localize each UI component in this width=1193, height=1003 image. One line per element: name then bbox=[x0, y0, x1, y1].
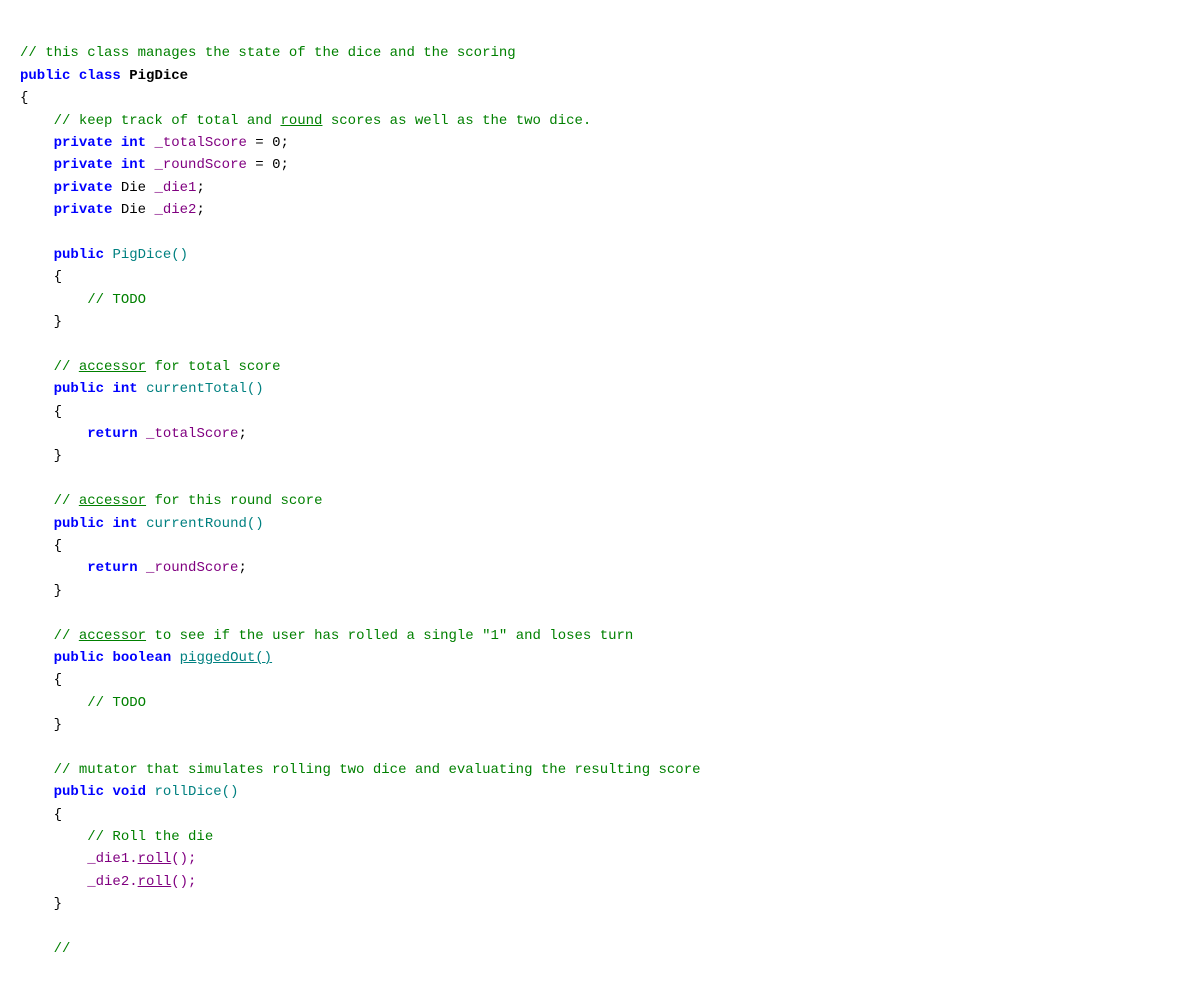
line-25: } bbox=[20, 580, 1173, 602]
line-22: public int currentRound() bbox=[20, 513, 1173, 535]
line-20 bbox=[20, 468, 1173, 490]
keyword-private-1: private bbox=[54, 135, 113, 151]
keyword-return-2: return bbox=[87, 560, 137, 576]
var-totalScore: _totalScore bbox=[154, 135, 246, 151]
brace-open-1: { bbox=[54, 269, 62, 285]
line-16: public int currentTotal() bbox=[20, 378, 1173, 400]
line-35: { bbox=[20, 804, 1173, 826]
comment-continues: // bbox=[54, 941, 71, 957]
comment-todo-2: // TODO bbox=[87, 695, 146, 711]
keyword-public-ctor: public bbox=[54, 247, 104, 263]
line-29: { bbox=[20, 669, 1173, 691]
comment-mutator: // mutator that simulates rolling two di… bbox=[54, 762, 701, 778]
brace-close-3: } bbox=[54, 583, 62, 599]
line-32 bbox=[20, 737, 1173, 759]
var-roundScore-ref: _roundScore bbox=[146, 560, 238, 576]
line-11: { bbox=[20, 266, 1173, 288]
keyword-class: class bbox=[79, 68, 121, 84]
keyword-private-3: private bbox=[54, 180, 113, 196]
brace-close-4: } bbox=[54, 717, 62, 733]
line-27: // accessor to see if the user has rolle… bbox=[20, 625, 1173, 647]
brace-close-1: } bbox=[54, 314, 62, 330]
comment-roll: // Roll the die bbox=[87, 829, 213, 845]
brace-open-4: { bbox=[54, 672, 62, 688]
keyword-int-cr: int bbox=[112, 516, 137, 532]
line-13: } bbox=[20, 311, 1173, 333]
comment-accessor-total: // accessor for total score bbox=[54, 359, 281, 375]
keyword-private-4: private bbox=[54, 202, 113, 218]
brace-close-5: } bbox=[54, 896, 62, 912]
line-12: // TODO bbox=[20, 289, 1173, 311]
line-6: private int _roundScore = 0; bbox=[20, 154, 1173, 176]
line-31: } bbox=[20, 714, 1173, 736]
comment-todo-1: // TODO bbox=[87, 292, 146, 308]
line-41: // bbox=[20, 938, 1173, 960]
line-7: private Die _die1; bbox=[20, 177, 1173, 199]
brace-close-2: } bbox=[54, 448, 62, 464]
line-34: public void rollDice() bbox=[20, 781, 1173, 803]
line-19: } bbox=[20, 445, 1173, 467]
classname-pigdice: PigDice bbox=[129, 68, 188, 84]
var-totalScore-ref: _totalScore bbox=[146, 426, 238, 442]
line-30: // TODO bbox=[20, 692, 1173, 714]
line-23: { bbox=[20, 535, 1173, 557]
keyword-public: public bbox=[20, 68, 70, 84]
line-8: private Die _die2; bbox=[20, 199, 1173, 221]
keyword-public-ct: public bbox=[54, 381, 104, 397]
keyword-int-2: int bbox=[121, 157, 146, 173]
line-5: private int _totalScore = 0; bbox=[20, 132, 1173, 154]
keyword-int-1: int bbox=[121, 135, 146, 151]
var-die2: _die2 bbox=[154, 202, 196, 218]
method-pigdice-ctor: PigDice() bbox=[112, 247, 188, 263]
method-currentRound: currentRound() bbox=[146, 516, 264, 532]
comment-keep: // keep track of total and round scores … bbox=[54, 113, 592, 129]
line-14 bbox=[20, 333, 1173, 355]
method-rollDice: rollDice() bbox=[154, 784, 238, 800]
keyword-public-cr: public bbox=[54, 516, 104, 532]
line-28: public boolean piggedOut() bbox=[20, 647, 1173, 669]
line-24: return _roundScore; bbox=[20, 557, 1173, 579]
keyword-void: void bbox=[112, 784, 146, 800]
keyword-public-rd: public bbox=[54, 784, 104, 800]
line-38: _die2.roll(); bbox=[20, 871, 1173, 893]
line-21: // accessor for this round score bbox=[20, 490, 1173, 512]
line-15: // accessor for total score bbox=[20, 356, 1173, 378]
line-18: return _totalScore; bbox=[20, 423, 1173, 445]
line-39: } bbox=[20, 893, 1173, 915]
keyword-boolean: boolean bbox=[112, 650, 171, 666]
die2-roll-call: _die2.roll(); bbox=[87, 874, 196, 890]
brace-open-5: { bbox=[54, 807, 62, 823]
comment-accessor-round: // accessor for this round score bbox=[54, 493, 323, 509]
keyword-private-2: private bbox=[54, 157, 113, 173]
line-40 bbox=[20, 916, 1173, 938]
die1-roll-call: _die1.roll(); bbox=[87, 851, 196, 867]
line-17: { bbox=[20, 401, 1173, 423]
line-3: { bbox=[20, 87, 1173, 109]
code-editor: // this class manages the state of the d… bbox=[20, 10, 1173, 993]
line-2: public class PigDice bbox=[20, 65, 1173, 87]
comment-manages: // this class manages the state of the d… bbox=[20, 45, 516, 61]
keyword-return-1: return bbox=[87, 426, 137, 442]
brace-open-0: { bbox=[20, 90, 28, 106]
comment-accessor-pigged: // accessor to see if the user has rolle… bbox=[54, 628, 634, 644]
line-10: public PigDice() bbox=[20, 244, 1173, 266]
method-piggedOut: piggedOut() bbox=[180, 650, 272, 666]
var-die1: _die1 bbox=[154, 180, 196, 196]
keyword-int-ct: int bbox=[112, 381, 137, 397]
line-4: // keep track of total and round scores … bbox=[20, 110, 1173, 132]
line-36: // Roll the die bbox=[20, 826, 1173, 848]
line-26 bbox=[20, 602, 1173, 624]
var-roundScore: _roundScore bbox=[154, 157, 246, 173]
line-37: _die1.roll(); bbox=[20, 848, 1173, 870]
keyword-public-po: public bbox=[54, 650, 104, 666]
line-1: // this class manages the state of the d… bbox=[20, 42, 1173, 64]
method-currentTotal: currentTotal() bbox=[146, 381, 264, 397]
brace-open-2: { bbox=[54, 404, 62, 420]
line-33: // mutator that simulates rolling two di… bbox=[20, 759, 1173, 781]
brace-open-3: { bbox=[54, 538, 62, 554]
line-9 bbox=[20, 222, 1173, 244]
